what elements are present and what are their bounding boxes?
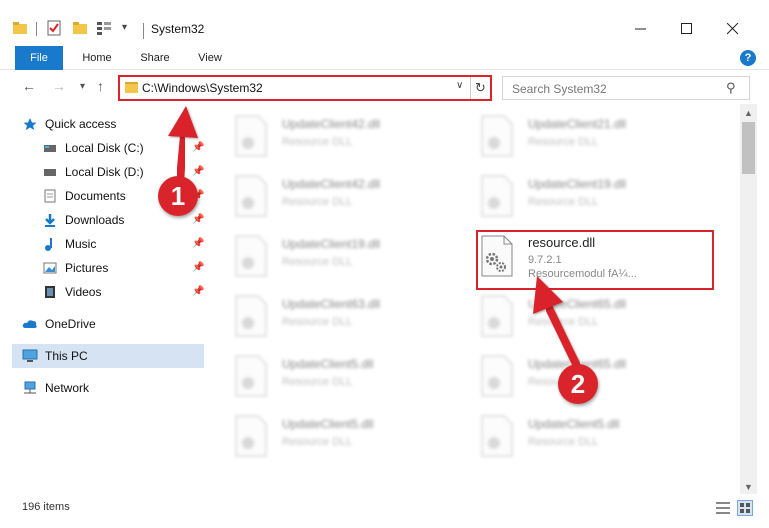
folder-icon [125, 82, 138, 93]
annotation-step-1: 1 [158, 176, 198, 216]
pin-icon[interactable]: 📌 [192, 142, 204, 153]
window-title: System32 [151, 22, 205, 36]
file-item[interactable]: UpdateClient5.dll Resource DLL [468, 408, 698, 462]
dll-file-icon [481, 295, 513, 337]
dll-file-icon [235, 415, 267, 457]
scroll-down-icon[interactable]: ▼ [744, 482, 753, 492]
sidebar-item-videos[interactable]: Videos 📌 [42, 280, 204, 304]
pin-icon[interactable]: 📌 [192, 262, 204, 273]
dll-file-icon [481, 355, 513, 397]
music-icon [42, 237, 58, 251]
file-item[interactable]: UpdateClient42.dll Resource DLL [222, 108, 452, 162]
navigation-pane: Quick access Local Disk (C:) 📌 Local Dis… [0, 108, 206, 493]
details-view-icon[interactable] [715, 500, 731, 516]
chevron-down-icon[interactable]: ∨ [456, 80, 463, 91]
drive-icon [42, 141, 58, 155]
minimize-icon [635, 28, 646, 30]
address-bar[interactable]: C:\Windows\System32 ∨ ↻ [118, 75, 492, 101]
close-button[interactable] [710, 14, 756, 44]
maximize-icon [681, 23, 692, 34]
sidebar-item-local-disk-c[interactable]: Local Disk (C:) 📌 [42, 136, 204, 160]
pin-icon[interactable]: 📌 [192, 286, 204, 297]
file-item[interactable]: UpdateClient5.dll Resource DLL [222, 408, 452, 462]
file-item[interactable]: UpdateClient19.dll Resource DLL [222, 228, 452, 282]
maximize-button[interactable] [664, 14, 710, 44]
network-icon [22, 381, 38, 395]
close-icon [727, 23, 739, 35]
vertical-scrollbar[interactable]: ▲ ▼ [740, 104, 757, 494]
sidebar-item-onedrive[interactable]: OneDrive [22, 312, 204, 336]
file-item[interactable]: UpdateClient5.dll Resource DLL [222, 348, 452, 402]
address-path[interactable]: C:\Windows\System32 [142, 81, 263, 95]
pin-icon[interactable]: 📌 [192, 166, 204, 177]
view-options-icon[interactable] [96, 21, 112, 35]
divider [36, 22, 37, 36]
tab-home[interactable]: Home [74, 46, 120, 70]
forward-arrow-icon[interactable]: → [52, 78, 66, 94]
dll-file-icon [235, 235, 267, 277]
drive-icon [42, 165, 58, 179]
computer-icon [22, 349, 38, 363]
back-arrow-icon[interactable]: ← [22, 78, 36, 94]
dll-file-icon [481, 415, 513, 457]
dll-file-icon [235, 355, 267, 397]
folder-icon [13, 22, 27, 34]
title-bar: ▾ System32 [0, 0, 769, 42]
pictures-icon [42, 261, 58, 275]
recent-locations-icon[interactable]: ▾ [80, 81, 85, 92]
tab-file[interactable]: File [15, 46, 63, 70]
title-divider [143, 23, 144, 39]
up-arrow-icon[interactable]: ↑ [97, 78, 104, 94]
tab-view[interactable]: View [188, 46, 232, 70]
documents-icon [42, 189, 58, 203]
scroll-up-icon[interactable]: ▲ [744, 108, 753, 118]
search-icon[interactable]: ⚲ [726, 80, 736, 96]
file-list[interactable]: UpdateClient42.dll Resource DLL UpdateCl… [206, 104, 740, 494]
videos-icon [42, 285, 58, 299]
help-icon[interactable]: ? [740, 50, 756, 66]
annotation-step-2: 2 [558, 364, 598, 404]
status-bar: 196 items [0, 497, 769, 519]
ribbon-tabs: File Home Share View ? [0, 46, 769, 70]
minimize-button[interactable] [618, 14, 664, 44]
properties-icon[interactable] [46, 20, 62, 36]
scroll-thumb[interactable] [742, 122, 755, 174]
pin-icon[interactable]: 📌 [192, 214, 204, 225]
pin-icon[interactable]: 📌 [192, 238, 204, 249]
sidebar-item-pictures[interactable]: Pictures 📌 [42, 256, 204, 280]
downloads-icon [42, 213, 58, 227]
refresh-icon[interactable]: ↻ [470, 77, 490, 99]
customize-toolbar-icon[interactable]: ▾ [122, 22, 127, 33]
star-icon [22, 117, 38, 131]
sidebar-item-this-pc[interactable]: This PC [12, 344, 204, 368]
file-item[interactable]: UpdateClient63.dll Resource DLL [222, 288, 452, 342]
large-icons-view-icon[interactable] [737, 500, 753, 516]
file-item[interactable]: UpdateClient65.dll Resource DLL [468, 288, 698, 342]
dll-file-icon [235, 175, 267, 217]
sidebar-item-quick-access[interactable]: Quick access [22, 112, 214, 136]
sidebar-item-music[interactable]: Music 📌 [42, 232, 204, 256]
dll-file-icon [235, 115, 267, 157]
navigation-bar: ← → ▾ ↑ C:\Windows\System32 ∨ ↻ Search S… [0, 72, 769, 104]
search-input[interactable]: Search System32 ⚲ [502, 76, 750, 100]
item-count: 196 items [22, 501, 70, 513]
file-item[interactable]: UpdateClient42.dll Resource DLL [222, 168, 452, 222]
dll-file-icon [481, 115, 513, 157]
sidebar-item-network[interactable]: Network [22, 376, 204, 400]
search-placeholder: Search System32 [512, 82, 607, 96]
file-item[interactable]: UpdateClient21.dll Resource DLL [468, 108, 698, 162]
dll-file-icon [235, 295, 267, 337]
file-item[interactable]: UpdateClient19.dll Resource DLL [468, 168, 698, 222]
tab-share[interactable]: Share [132, 46, 178, 70]
cloud-icon [22, 317, 38, 331]
annotation-highlight-box [476, 230, 714, 290]
new-folder-icon[interactable] [72, 20, 88, 36]
dll-file-icon [481, 175, 513, 217]
